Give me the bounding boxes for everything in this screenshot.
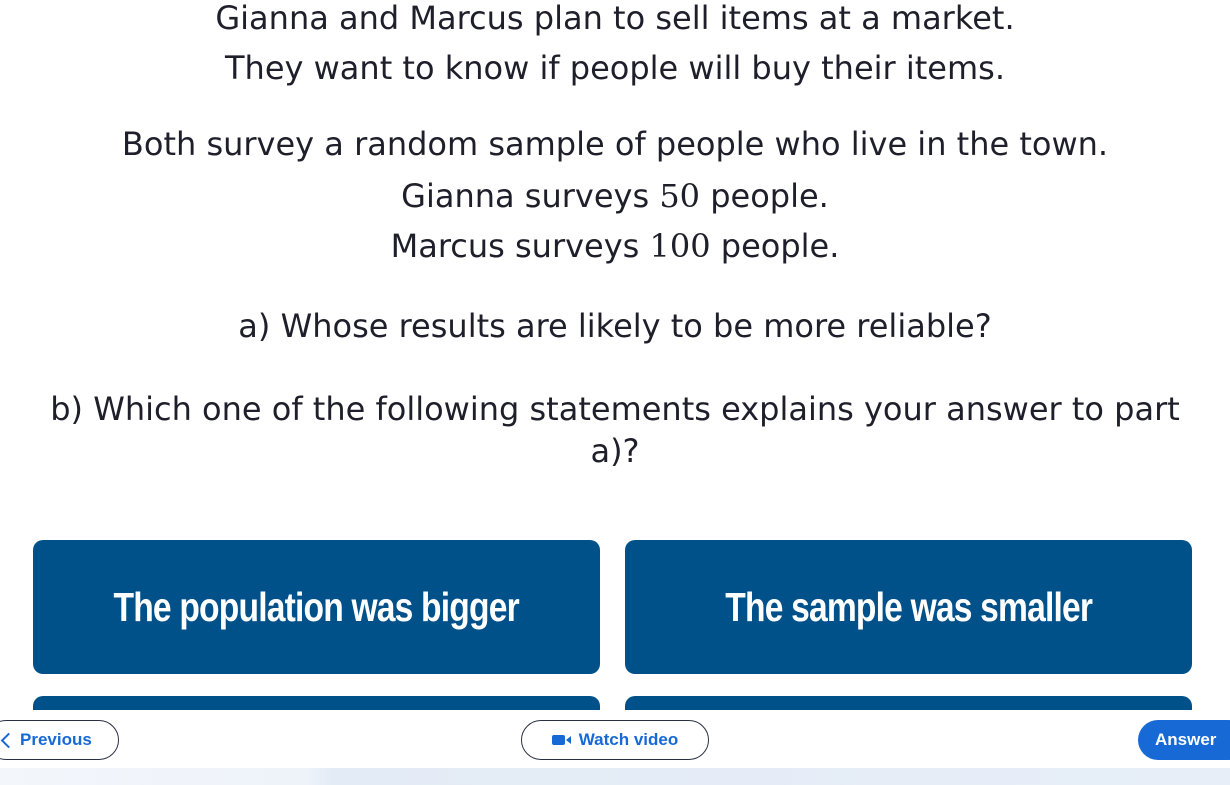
watch-video-label: Watch video [578,730,679,749]
previous-button[interactable]: Previous [0,720,119,760]
question-line-2: They want to know if people will buy the… [225,49,1005,87]
answer-option-sample-smaller[interactable]: The sample was smaller [625,540,1192,674]
question-part-a: a) Whose results are likely to be more r… [238,307,992,345]
answer-label: Answer [1155,730,1217,749]
video-camera-icon [551,735,571,745]
marcus-count: 100 [649,227,711,265]
answer-option-label: The sample was smaller [725,583,1093,630]
answer-option-population-bigger[interactable]: The population was bigger [33,540,600,674]
answer-option-label: The population was bigger [113,583,520,630]
previous-label: Previous [20,730,92,749]
question-line-5: Marcus surveys 100 people. [0,222,1230,271]
question-line-1: Gianna and Marcus plan to sell items at … [215,0,1015,37]
question-line-4: Gianna surveys 50 people. [0,172,1230,221]
question-line-3: Both survey a random sample of people wh… [121,125,1109,163]
question-screen: Gianna and Marcus plan to sell items at … [0,0,1230,785]
gianna-count: 50 [659,177,701,215]
bottom-shade [0,768,1230,785]
marcus-suffix: people. [720,227,840,265]
question-part-b-line-2: a)? [590,432,640,470]
watch-video-button[interactable]: Watch video [521,720,709,760]
chevron-left-icon [0,732,17,748]
gianna-text: Gianna surveys [401,177,650,215]
marcus-text: Marcus surveys [390,227,640,265]
answer-button[interactable]: Answer [1138,720,1230,760]
gianna-suffix: people. [710,177,829,215]
